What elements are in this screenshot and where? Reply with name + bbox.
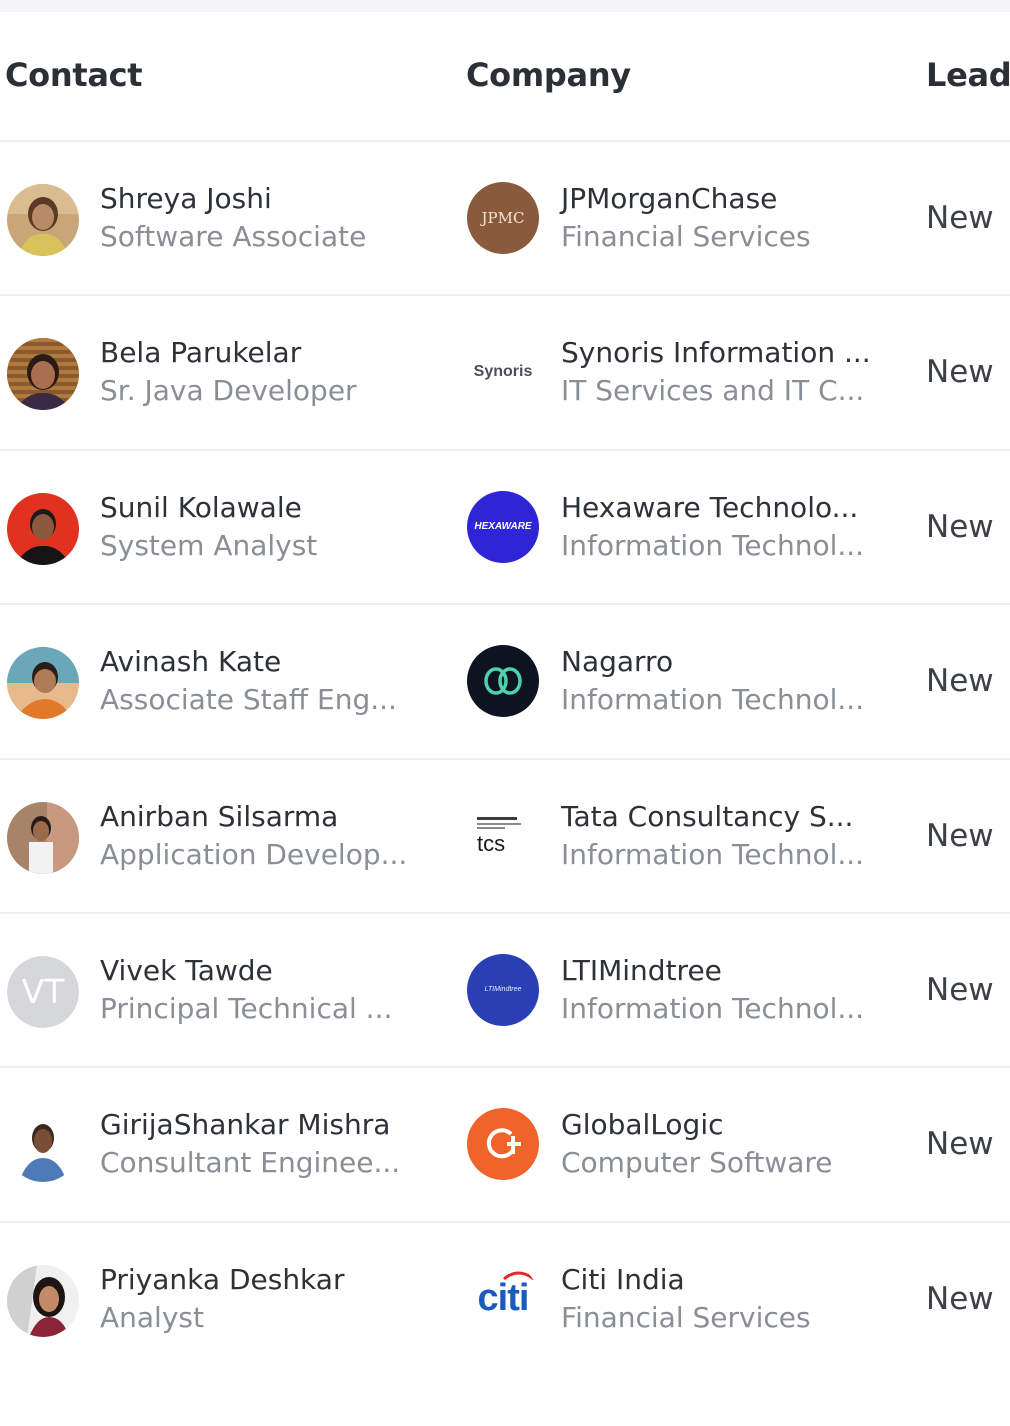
table-row[interactable]: GirijaShankar Mishra Consultant Enginee.… [0, 1068, 1010, 1223]
company-industry: Financial Services [561, 220, 811, 253]
lead-status[interactable]: New [926, 1126, 994, 1162]
tcs-logo[interactable]: tcs [467, 799, 539, 872]
table-row[interactable]: Anirban Silsarma Application Develop... … [0, 760, 1010, 914]
company-industry: Information Technol... [561, 991, 865, 1025]
contact-name[interactable]: Avinash Kate [100, 645, 281, 678]
contact-name[interactable]: GirijaShankar Mishra [100, 1108, 390, 1141]
contact-title: Software Associate [100, 220, 367, 253]
synoris-logo-text: Synoris [473, 363, 533, 381]
tcs-logo-lines [477, 822, 521, 825]
jpmc-logo[interactable]: JPMC [467, 182, 539, 254]
contact-name[interactable]: Sunil Kolawale [100, 491, 302, 524]
lead-status[interactable]: New [926, 1281, 994, 1317]
contact-title: System Analyst [100, 528, 318, 562]
citi-logo-mark: citi [477, 1271, 535, 1320]
avatar[interactable]: VT [7, 955, 79, 1028]
avatar[interactable] [7, 1110, 79, 1183]
company-name[interactable]: LTIMindtree [561, 954, 722, 987]
lead-status[interactable]: New [926, 354, 994, 390]
avatar[interactable] [7, 184, 79, 256]
column-header-company[interactable]: Company [466, 56, 631, 94]
company-name[interactable]: Synoris Information ... [561, 336, 871, 369]
table-header: Contact Company Lead [0, 12, 1010, 142]
company-industry: Information Technol... [561, 837, 865, 871]
avatar[interactable] [7, 492, 79, 565]
synoris-logo[interactable]: Synoris [467, 336, 539, 409]
globallogic-logo[interactable] [467, 1108, 539, 1181]
lead-status[interactable]: New [926, 200, 994, 236]
avatar[interactable] [7, 647, 79, 720]
company-name[interactable]: GlobalLogic [561, 1108, 724, 1141]
jpmc-logo-text: JPMC [481, 209, 525, 227]
table-row[interactable]: Bela Parukelar Sr. Java Developer Synori… [0, 296, 1010, 451]
top-band [0, 0, 1010, 12]
company-industry: Computer Software [561, 1146, 833, 1180]
company-industry: Information Technol... [561, 683, 865, 717]
hexaware-logo-text: HEXAWARE [474, 521, 532, 533]
table-row[interactable]: Avinash Kate Associate Staff Eng... Naga… [0, 605, 1010, 760]
contact-title: Principal Technical ... [100, 991, 393, 1025]
contact-title: Application Develop... [100, 837, 408, 871]
avatar[interactable] [7, 338, 79, 411]
lead-status[interactable]: New [926, 663, 994, 699]
column-header-contact[interactable]: Contact [5, 56, 143, 94]
avatar[interactable] [7, 801, 79, 874]
contact-title: Associate Staff Eng... [100, 683, 397, 717]
contact-title: Analyst [100, 1300, 204, 1334]
contact-name[interactable]: Bela Parukelar [100, 336, 301, 369]
table-row[interactable]: Priyanka Deshkar Analyst citi Citi India… [0, 1223, 1010, 1377]
bottom-edge [0, 1412, 1010, 1426]
hexaware-logo[interactable]: HEXAWARE [467, 490, 539, 563]
company-name[interactable]: Hexaware Technolo... [561, 491, 858, 524]
contact-name[interactable]: Vivek Tawde [100, 954, 273, 987]
table-body: Shreya Joshi Software Associate JPMC JPM… [0, 142, 1010, 1377]
lead-status[interactable]: New [926, 972, 994, 1008]
ltimindtree-logo[interactable]: LTIMindtree [467, 953, 539, 1026]
table-row[interactable]: VT Vivek Tawde Principal Technical ... L… [0, 914, 1010, 1069]
contact-title: Sr. Java Developer [100, 374, 357, 408]
company-name[interactable]: Tata Consultancy S... [561, 800, 853, 833]
avatar-initials: VT [7, 955, 79, 1028]
lead-status[interactable]: New [926, 818, 994, 854]
nagarro-logo[interactable] [467, 645, 539, 718]
nagarro-icon [484, 667, 522, 695]
company-industry: IT Services and IT C... [561, 374, 865, 408]
citi-logo[interactable]: citi [467, 1262, 539, 1335]
citi-arc-icon [502, 1271, 535, 1281]
company-industry: Financial Services [561, 1300, 811, 1334]
company-name[interactable]: JPMorganChase [561, 182, 777, 215]
globallogic-icon [486, 1128, 521, 1159]
contact-name[interactable]: Anirban Silsarma [100, 800, 338, 833]
ltimindtree-logo-text: LTIMindtree [484, 986, 522, 994]
contact-name[interactable]: Priyanka Deshkar [100, 1263, 344, 1296]
table-row[interactable]: Shreya Joshi Software Associate JPMC JPM… [0, 142, 1010, 297]
tcs-logo-text: tcs [477, 830, 506, 856]
contact-name[interactable]: Shreya Joshi [100, 182, 272, 215]
company-industry: Information Technol... [561, 528, 865, 562]
column-header-lead[interactable]: Lead [926, 56, 1010, 94]
lead-status[interactable]: New [926, 509, 994, 545]
contact-title: Consultant Enginee... [100, 1146, 401, 1180]
avatar[interactable] [7, 1264, 79, 1337]
tcs-logo-lines [477, 826, 505, 829]
table-row[interactable]: Sunil Kolawale System Analyst HEXAWARE H… [0, 451, 1010, 606]
company-name[interactable]: Citi India [561, 1263, 685, 1296]
citi-logo-text: citi [477, 1277, 530, 1320]
tcs-logo-lines [477, 816, 517, 820]
company-name[interactable]: Nagarro [561, 645, 673, 678]
